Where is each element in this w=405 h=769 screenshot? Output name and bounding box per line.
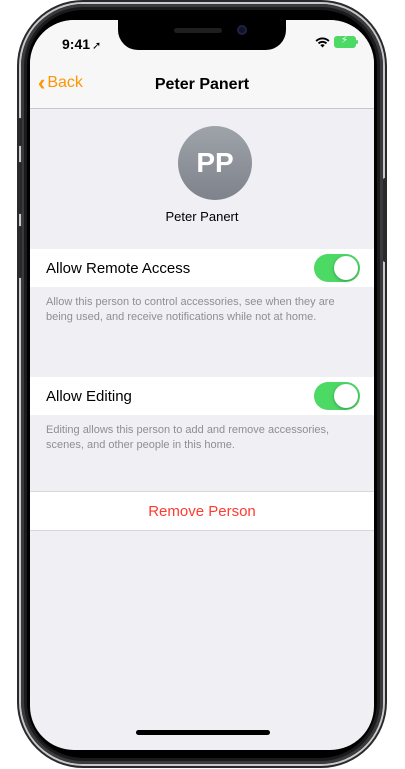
wifi-icon	[315, 37, 330, 47]
toggle-knob	[334, 256, 358, 280]
remote-access-row: Allow Remote Access	[30, 249, 374, 287]
remote-access-label: Allow Remote Access	[46, 260, 191, 277]
status-time: 9:41 ➚	[62, 36, 101, 52]
page-title: Peter Panert	[154, 76, 250, 93]
editing-toggle[interactable]	[314, 382, 360, 410]
front-camera	[237, 25, 247, 35]
remove-person-button[interactable]: Remove Person	[30, 491, 374, 531]
location-arrow-icon: ➚	[92, 40, 102, 52]
toggle-knob	[334, 384, 358, 408]
person-name: Peter Panert	[165, 209, 239, 224]
settings-content: PP Peter Panert Allow Remote Access Allo…	[30, 109, 374, 531]
remote-access-toggle[interactable]	[314, 254, 360, 282]
remote-access-description: Allow this person to control accessories…	[46, 296, 335, 323]
screen: 9:41 ➚ ⚡ ‹ Back Peter Panert PP Peter Pan…	[30, 20, 374, 750]
editing-label: Allow Editing	[46, 388, 132, 405]
battery-charging-icon: ⚡	[334, 35, 358, 48]
navigation-bar: ‹ Back Peter Panert	[30, 64, 374, 109]
home-indicator[interactable]	[136, 730, 270, 735]
profile-header: PP Peter Panert	[30, 109, 374, 249]
status-time-text: 9:41	[62, 36, 91, 52]
power-button	[383, 178, 387, 262]
speaker-grille	[174, 28, 222, 33]
remove-person-label: Remove Person	[148, 502, 256, 520]
avatar: PP	[178, 126, 252, 200]
charging-bolt-icon: ⚡	[341, 35, 349, 46]
volume-down-button	[18, 226, 22, 278]
volume-up-button	[18, 162, 22, 214]
editing-row: Allow Editing	[30, 377, 374, 415]
mute-switch	[18, 118, 22, 146]
notch	[118, 20, 286, 50]
status-indicators: ⚡	[315, 35, 358, 48]
editing-description: Editing allows this person to add and re…	[46, 424, 330, 451]
